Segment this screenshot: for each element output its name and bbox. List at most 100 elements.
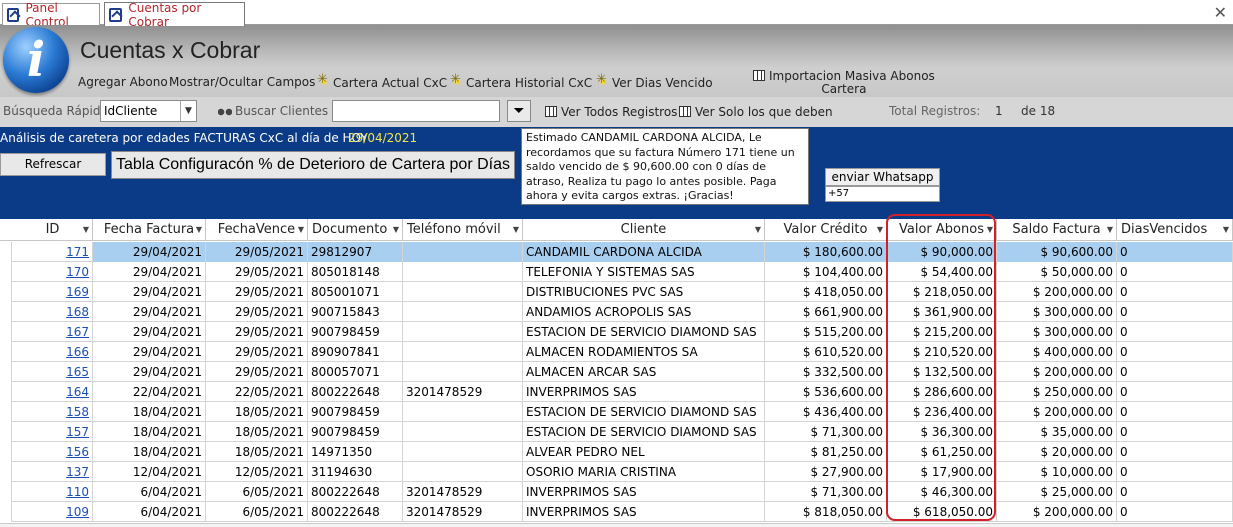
cartera-actual-button[interactable]: Cartera Actual CxC <box>317 72 447 90</box>
table-row[interactable]: 156 18/04/2021 18/05/2021 14971350 ALVEAR PE… <box>0 442 1233 462</box>
column-header[interactable]: Teléfono móvil ▼ <box>403 219 523 241</box>
column-header[interactable]: DiasVencidos ▼ <box>1117 219 1233 241</box>
table-row[interactable]: 170 29/04/2021 29/05/2021 805018148 TELEFONI… <box>0 262 1233 282</box>
row-selector[interactable] <box>0 262 12 282</box>
sort-dropdown-icon[interactable]: ▼ <box>298 219 304 241</box>
chevron-down-icon[interactable]: ▼ <box>180 101 196 121</box>
sort-dropdown-icon[interactable]: ▼ <box>83 219 89 241</box>
table-cell[interactable]: 170 <box>13 262 93 282</box>
table-cell[interactable]: 166 <box>13 342 93 362</box>
row-selector[interactable] <box>0 242 12 262</box>
row-selector[interactable] <box>0 362 12 382</box>
table-cell: 0 <box>1117 502 1233 522</box>
table-cell[interactable]: 158 <box>13 402 93 422</box>
ver-todos-registros-button[interactable]: Ver Todos Registros <box>545 105 677 119</box>
busqueda-field-select[interactable]: IdCliente ▼ <box>100 100 197 122</box>
table-cell: $ 132,500.00 <box>887 362 997 382</box>
table-cell[interactable]: 168 <box>13 302 93 322</box>
table-row[interactable]: 110 6/04/2021 6/05/2021 800222648 3201478529… <box>0 482 1233 502</box>
table-cell[interactable]: 167 <box>13 322 93 342</box>
table-cell: 6/04/2021 <box>93 502 206 522</box>
column-header[interactable]: Cliente ▼ <box>523 219 765 241</box>
table-cell: $ 210,520.00 <box>887 342 997 362</box>
sort-dropdown-icon[interactable]: ▼ <box>1223 219 1229 241</box>
column-header-label: Cliente <box>620 222 667 237</box>
tab-cuentas-por-cobrar[interactable]: Cuentas por Cobrar <box>104 1 245 29</box>
table-cell[interactable]: 109 <box>13 502 93 522</box>
sort-dropdown-icon[interactable]: ▼ <box>513 219 519 241</box>
column-header[interactable]: ID ▼ <box>13 219 93 241</box>
row-selector[interactable] <box>0 322 12 342</box>
mostrar-ocultar-campos-button[interactable]: Mostrar/Ocultar Campos <box>169 75 315 89</box>
table-cell: $ 35,000.00 <box>997 422 1117 442</box>
sort-dropdown-icon[interactable]: ▼ <box>877 219 883 241</box>
sort-dropdown-icon[interactable]: ▼ <box>1107 219 1113 241</box>
row-selector[interactable] <box>0 422 12 442</box>
row-selector[interactable] <box>0 502 12 522</box>
table-row[interactable]: 165 29/04/2021 29/05/2021 800057071 ALMACEN … <box>0 362 1233 382</box>
table-cell <box>403 442 523 462</box>
scrollbar[interactable] <box>0 523 1233 527</box>
table-row[interactable]: 109 6/04/2021 6/05/2021 800222648 3201478529… <box>0 502 1233 522</box>
table-row[interactable]: 171 29/04/2021 29/05/2021 29812907 CANDAMIL … <box>0 242 1233 262</box>
table-cell: 29/05/2021 <box>206 302 308 322</box>
column-header[interactable]: Saldo Factura ▼ <box>997 219 1117 241</box>
sort-dropdown-icon[interactable]: ▼ <box>987 219 993 241</box>
ver-solo-deben-button[interactable]: Ver Solo los que deben <box>679 105 833 119</box>
refrescar-button[interactable]: Refrescar <box>0 153 106 176</box>
table-cell[interactable]: 164 <box>13 382 93 402</box>
table-cell[interactable]: 165 <box>13 362 93 382</box>
column-header[interactable]: Fecha Factura ▼ <box>93 219 206 241</box>
table-cell: $ 200,000.00 <box>997 362 1117 382</box>
table-cell: 900798459 <box>308 402 403 422</box>
column-header[interactable]: Valor Crédito ▼ <box>765 219 887 241</box>
search-input[interactable] <box>332 100 500 122</box>
table-row[interactable]: 157 18/04/2021 18/05/2021 900798459 ESTACION… <box>0 422 1233 442</box>
cartera-historial-button[interactable]: Cartera Historial CxC <box>450 72 592 90</box>
table-cell: $ 610,520.00 <box>765 342 887 362</box>
sort-dropdown-icon[interactable]: ▼ <box>755 219 761 241</box>
table-cell[interactable]: 137 <box>13 462 93 482</box>
table-row[interactable]: 166 29/04/2021 29/05/2021 890907841 ALMACEN … <box>0 342 1233 362</box>
table-cell[interactable]: 171 <box>13 242 93 262</box>
table-cell[interactable]: 156 <box>13 442 93 462</box>
cuentas-table: ID ▼ Fecha Factura ▼ FechaVence ▼ Documento ▼ Te… <box>0 219 1233 527</box>
buscar-clientes-button[interactable]: Buscar Clientes <box>218 104 328 118</box>
column-header[interactable]: Documento ▼ <box>308 219 403 241</box>
sort-dropdown-icon[interactable]: ▼ <box>393 219 399 241</box>
table-cell: 0 <box>1117 442 1233 462</box>
sort-dropdown-icon[interactable]: ▼ <box>196 219 202 241</box>
current-record: 1 <box>995 104 1003 118</box>
config-deterioro-button[interactable]: Tabla Configuracón % de Deterioro de Car… <box>111 151 515 179</box>
table-row[interactable]: 158 18/04/2021 18/05/2021 900798459 ESTACION… <box>0 402 1233 422</box>
row-selector[interactable] <box>0 462 12 482</box>
row-selector[interactable] <box>0 342 12 362</box>
table-row[interactable]: 169 29/04/2021 29/05/2021 805001071 DISTRIBU… <box>0 282 1233 302</box>
row-selector[interactable] <box>0 442 12 462</box>
column-header[interactable]: FechaVence ▼ <box>206 219 308 241</box>
table-cell[interactable]: 157 <box>13 422 93 442</box>
row-selector[interactable] <box>0 282 12 302</box>
row-selector[interactable] <box>0 302 12 322</box>
table-row[interactable]: 137 12/04/2021 12/05/2021 31194630 OSORIO MA… <box>0 462 1233 482</box>
row-selector[interactable] <box>0 482 12 502</box>
tab-panel-control[interactable]: Panel Control <box>2 1 100 29</box>
table-cell[interactable]: 169 <box>13 282 93 302</box>
table-cell[interactable]: 110 <box>13 482 93 502</box>
close-icon[interactable]: ✕ <box>1214 3 1227 22</box>
table-cell: 22/05/2021 <box>206 382 308 402</box>
ver-dias-vencido-button[interactable]: Ver Dias Vencido <box>596 72 713 90</box>
table-row[interactable]: 164 22/04/2021 22/05/2021 800222648 32014785… <box>0 382 1233 402</box>
agregar-abono-button[interactable]: Agregar Abono <box>78 75 168 89</box>
whatsapp-number-input[interactable]: +57 <box>825 186 940 202</box>
whatsapp-message-textarea[interactable]: Estimado CANDAMIL CARDONA ALCIDA, Le rec… <box>521 128 809 205</box>
column-header[interactable]: Valor Abonos ▼ <box>887 219 997 241</box>
row-selector[interactable] <box>0 382 12 402</box>
filter-icon[interactable]: ⏷ <box>507 100 531 122</box>
table-row[interactable]: 167 29/04/2021 29/05/2021 900798459 ESTACION… <box>0 322 1233 342</box>
table-cell: $ 200,000.00 <box>997 402 1117 422</box>
enviar-whatsapp-button[interactable]: enviar Whatsapp <box>825 168 940 186</box>
row-selector[interactable] <box>0 402 12 422</box>
table-row[interactable]: 168 29/04/2021 29/05/2021 900715843 ANDAMIOS… <box>0 302 1233 322</box>
importacion-masiva-button[interactable]: Importacion Masiva Abonos Cartera <box>753 69 935 96</box>
